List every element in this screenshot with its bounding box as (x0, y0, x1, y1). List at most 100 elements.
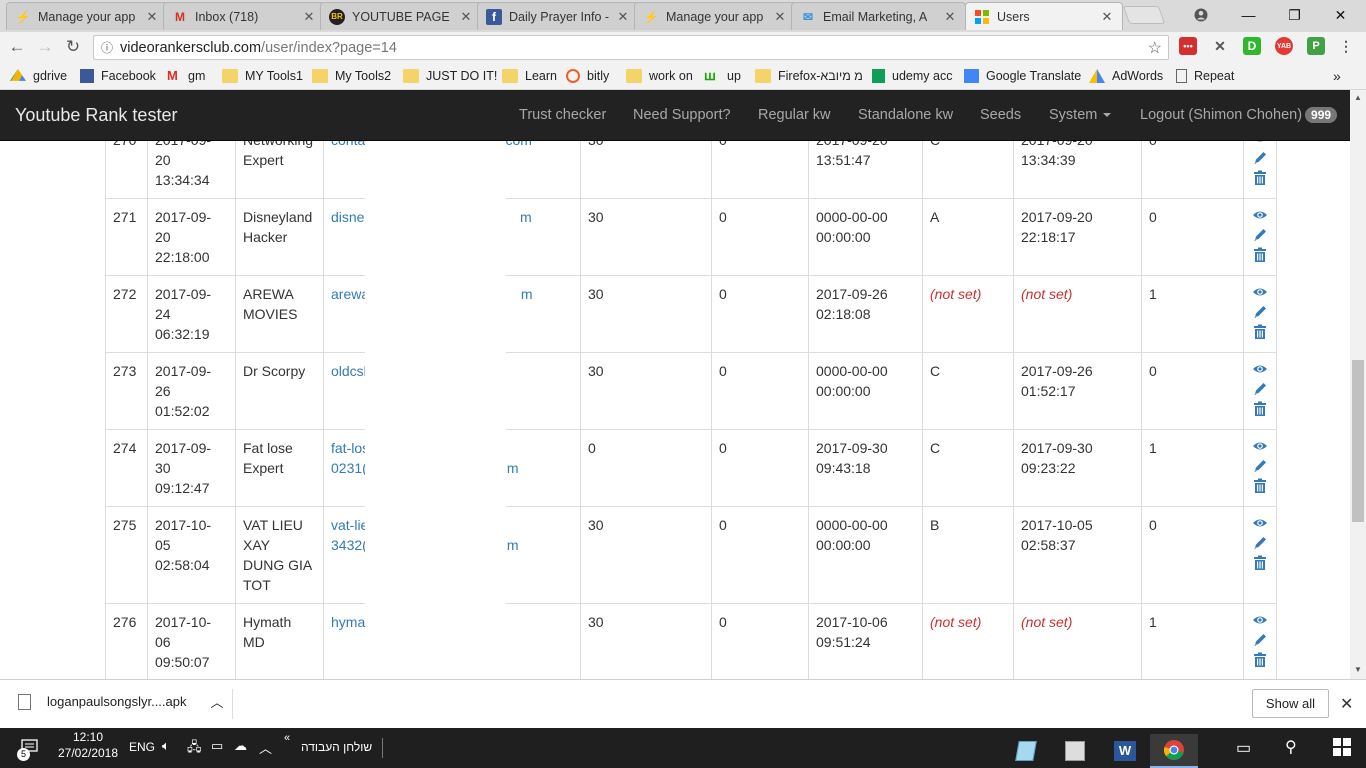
view-eye-icon[interactable] (1252, 207, 1268, 223)
bookmark-up[interactable]: ꟺ up (704, 67, 741, 85)
nav-system-dropdown[interactable]: System (1049, 107, 1112, 123)
delete-trash-icon[interactable] (1252, 652, 1268, 668)
tab-2[interactable]: BR YOUTUBE PAGE 1 ✕ (320, 2, 482, 30)
bookmark-work-on[interactable]: work on (626, 67, 693, 85)
email-link[interactable]: hyma (331, 614, 365, 630)
desktop-toolbar-label[interactable]: שולחן העבודה (301, 740, 372, 754)
tab-5[interactable]: ✉ Email Marketing, A ✕ (791, 2, 966, 30)
close-icon[interactable]: ✕ (302, 9, 316, 25)
edit-pencil-icon[interactable] (1252, 535, 1268, 551)
close-icon[interactable]: ✕ (145, 9, 159, 25)
chevron-up-icon[interactable]: ︿ (210, 692, 223, 711)
bookmark-adwords[interactable]: AdWords (1089, 67, 1163, 85)
delete-trash-icon[interactable] (1252, 478, 1268, 494)
show-all-button[interactable]: Show all (1252, 689, 1329, 718)
edit-pencil-icon[interactable] (1252, 227, 1268, 243)
battery-icon[interactable]: ▭ (211, 738, 223, 754)
nav-standalone-kw[interactable]: Standalone kw (858, 107, 953, 123)
delete-trash-icon[interactable] (1252, 324, 1268, 340)
extension-yab-icon[interactable]: YAB (1275, 37, 1293, 55)
nav-seeds[interactable]: Seeds (980, 107, 1021, 123)
scrollbar-thumb[interactable] (1352, 360, 1364, 522)
notepad-app-icon[interactable] (1002, 734, 1050, 768)
bookmark-gdrive[interactable]: gdrive (10, 67, 67, 85)
chevron-up-icon[interactable]: ︿ (259, 738, 272, 757)
clock[interactable]: 12:10 27/02/2018 (44, 730, 132, 760)
nav-trust-checker[interactable]: Trust checker (519, 107, 606, 123)
page-scrollbar[interactable]: ▲ ▼ (1350, 90, 1366, 679)
edit-pencil-icon[interactable] (1252, 304, 1268, 320)
bookmark-bitly[interactable]: bitly (566, 67, 609, 85)
new-tab-button[interactable] (1122, 6, 1166, 24)
star-icon[interactable]: ☆ (1148, 38, 1162, 58)
address-bar[interactable]: ⓘ videorankersclub.com/user/index?page=1… (93, 35, 1169, 60)
minimize-icon[interactable]: — (1226, 0, 1271, 30)
delete-trash-icon[interactable] (1252, 170, 1268, 186)
view-eye-icon[interactable] (1252, 141, 1268, 146)
nav-regular-kw[interactable]: Regular kw (758, 107, 831, 123)
delete-trash-icon[interactable] (1252, 247, 1268, 263)
bookmark-gm[interactable]: Mgm (167, 67, 205, 85)
task-view-icon[interactable]: ▭ (1236, 738, 1251, 758)
start-icon[interactable] (1333, 738, 1351, 759)
extension-lastpass-icon[interactable]: ••• (1179, 37, 1197, 55)
info-icon[interactable]: ⓘ (94, 39, 120, 56)
tab-3[interactable]: f Daily Prayer Info - ✕ (477, 2, 639, 30)
view-eye-icon[interactable] (1252, 515, 1268, 531)
cloud-icon[interactable]: ☁︎ (234, 738, 247, 754)
brand-link[interactable]: Youtube Rank tester (15, 105, 177, 126)
bookmark-google-translate[interactable]: Google Translate (964, 67, 1081, 85)
extension-shield-icon[interactable]: P (1307, 37, 1325, 55)
forward-icon[interactable]: → (34, 36, 56, 58)
bookmark-facebook[interactable]: Facebook (80, 67, 156, 85)
scroll-up-icon[interactable]: ▲ (1353, 93, 1363, 103)
delete-trash-icon[interactable] (1252, 401, 1268, 417)
close-icon[interactable]: ✕ (459, 9, 473, 25)
reload-icon[interactable]: ↻ (62, 36, 84, 58)
edit-pencil-icon[interactable] (1252, 150, 1268, 166)
view-eye-icon[interactable] (1252, 361, 1268, 377)
word-app-icon[interactable]: W (1101, 734, 1149, 768)
close-icon[interactable]: ✕ (773, 9, 787, 25)
restore-icon[interactable]: ❐ (1272, 0, 1317, 30)
bookmark-repeat[interactable]: Repeat (1176, 67, 1234, 85)
bookmark-firefox-imported[interactable]: Firefox-מ מיובא (755, 67, 863, 85)
nav-logout[interactable]: Logout (Shimon Chohen) 999 (1140, 107, 1338, 123)
back-icon[interactable]: ← (6, 36, 28, 58)
delete-trash-icon[interactable] (1252, 555, 1268, 571)
email-link[interactable]: oldcsl (331, 363, 367, 379)
view-eye-icon[interactable] (1252, 438, 1268, 454)
chrome-app-icon[interactable] (1150, 734, 1198, 768)
language-indicator[interactable]: ENG (129, 740, 155, 754)
tab-0[interactable]: ⚡ Manage your app ✕ (6, 2, 168, 30)
tab-6[interactable]: Users ✕ (965, 2, 1123, 30)
edit-pencil-icon[interactable] (1252, 632, 1268, 648)
extension-tool-icon[interactable]: ✕ (1211, 37, 1229, 55)
close-icon[interactable]: ✕ (616, 9, 630, 25)
close-icon[interactable]: ✕ (943, 9, 957, 25)
edit-pencil-icon[interactable] (1252, 381, 1268, 397)
download-item[interactable]: loganpaulsongslyr....apk ︿ (18, 692, 224, 711)
window-close-icon[interactable]: ✕ (1318, 0, 1363, 30)
close-icon[interactable]: ✕ (1340, 694, 1353, 714)
view-eye-icon[interactable] (1252, 284, 1268, 300)
close-icon[interactable]: ✕ (1100, 9, 1114, 25)
bookmark-learn[interactable]: Learn (502, 67, 557, 85)
tab-1[interactable]: M Inbox (718) ✕ (163, 2, 325, 30)
view-eye-icon[interactable] (1252, 612, 1268, 628)
volume-icon[interactable]: 🔈︎ (162, 738, 170, 754)
bookmark-udemy-acc[interactable]: udemy acc (872, 67, 952, 85)
bookmarks-overflow-button[interactable]: » (1333, 67, 1341, 85)
menu-dots-icon[interactable]: ⋮ (1337, 37, 1355, 55)
edit-pencil-icon[interactable] (1252, 458, 1268, 474)
scroll-down-icon[interactable]: ▼ (1353, 665, 1363, 675)
profile-icon[interactable] (1178, 0, 1223, 30)
extension-d-icon[interactable]: D (1243, 37, 1261, 55)
bookmark-mytools2[interactable]: My Tools2 (312, 67, 391, 85)
app-window-icon[interactable] (1051, 734, 1099, 768)
tab-4[interactable]: ⚡ Manage your app ✕ (634, 2, 796, 30)
toolbar-expand-icon[interactable]: « (284, 732, 290, 744)
bookmark-just-do-it[interactable]: JUST DO IT! (403, 67, 497, 85)
search-icon[interactable]: ⚲ (1285, 737, 1297, 757)
network-icon[interactable]: 🖧︎ (187, 738, 202, 760)
